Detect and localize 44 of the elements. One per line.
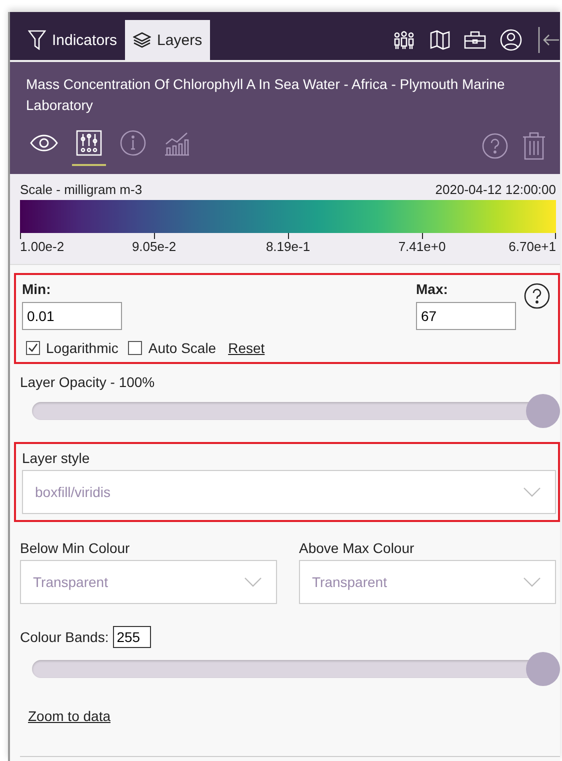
max-label: Max: — [416, 281, 449, 297]
chevron-down-icon — [523, 487, 541, 497]
tick-mark — [20, 233, 21, 239]
reset-link[interactable]: Reset — [228, 340, 265, 356]
below-min-label: Below Min Colour — [20, 540, 131, 556]
scale-time: 2020-04-12 12:00:00 — [435, 182, 556, 197]
checkbox[interactable] — [128, 341, 142, 355]
tick-mark — [555, 233, 556, 239]
tick-label: 1.00e-2 — [20, 239, 64, 254]
tab[interactable]: Layers — [125, 20, 210, 60]
tick-label: 7.41e+0 — [398, 239, 446, 254]
user-icon[interactable] — [500, 29, 522, 51]
people-icon[interactable] — [392, 30, 416, 50]
collapse-icon[interactable] — [538, 27, 560, 53]
filter-icon — [28, 30, 46, 50]
checkbox-label: Auto Scale — [148, 340, 216, 356]
max-input[interactable]: 67 — [416, 302, 516, 330]
help-icon[interactable] — [524, 283, 550, 309]
min-label: Min: — [22, 281, 52, 297]
tick-label: 8.19e-1 — [266, 239, 310, 254]
chevron-down-icon — [244, 577, 262, 587]
chevron-down-icon — [523, 577, 541, 587]
trash-icon[interactable] — [522, 132, 546, 160]
map-icon[interactable] — [430, 30, 450, 50]
scale-label: Scale - milligram m-3 — [20, 182, 142, 197]
colour-bands-input[interactable]: 255 — [112, 626, 151, 648]
tick-label: 9.05e-2 — [132, 239, 176, 254]
opacity-slider[interactable] — [32, 394, 560, 428]
layers-icon — [133, 32, 152, 48]
colour-bands-label: Colour Bands: — [20, 629, 109, 645]
checkbox-label: Logarithmic — [46, 340, 118, 356]
tick-label: 6.70e+1 — [508, 239, 556, 254]
briefcase-icon[interactable] — [464, 31, 486, 49]
tab[interactable]: Indicators — [20, 20, 126, 60]
opacity-label: Layer Opacity - 100% — [20, 374, 156, 390]
above-max-label: Above Max Colour — [299, 540, 416, 556]
slider-handle[interactable] — [526, 652, 560, 686]
layer-title: Mass Concentration Of Chlorophyll A In Sea Water - Africa - Plymouth Marine Laboratory — [26, 75, 506, 115]
layer-style-label: Layer style — [22, 450, 90, 466]
slider-handle[interactable] — [526, 394, 560, 428]
colour-bands-slider[interactable] — [32, 652, 560, 686]
zoom-to-data-link[interactable]: Zoom to data — [28, 708, 110, 724]
checkbox[interactable] — [26, 341, 40, 355]
min-input[interactable]: 0.01 — [22, 302, 122, 330]
